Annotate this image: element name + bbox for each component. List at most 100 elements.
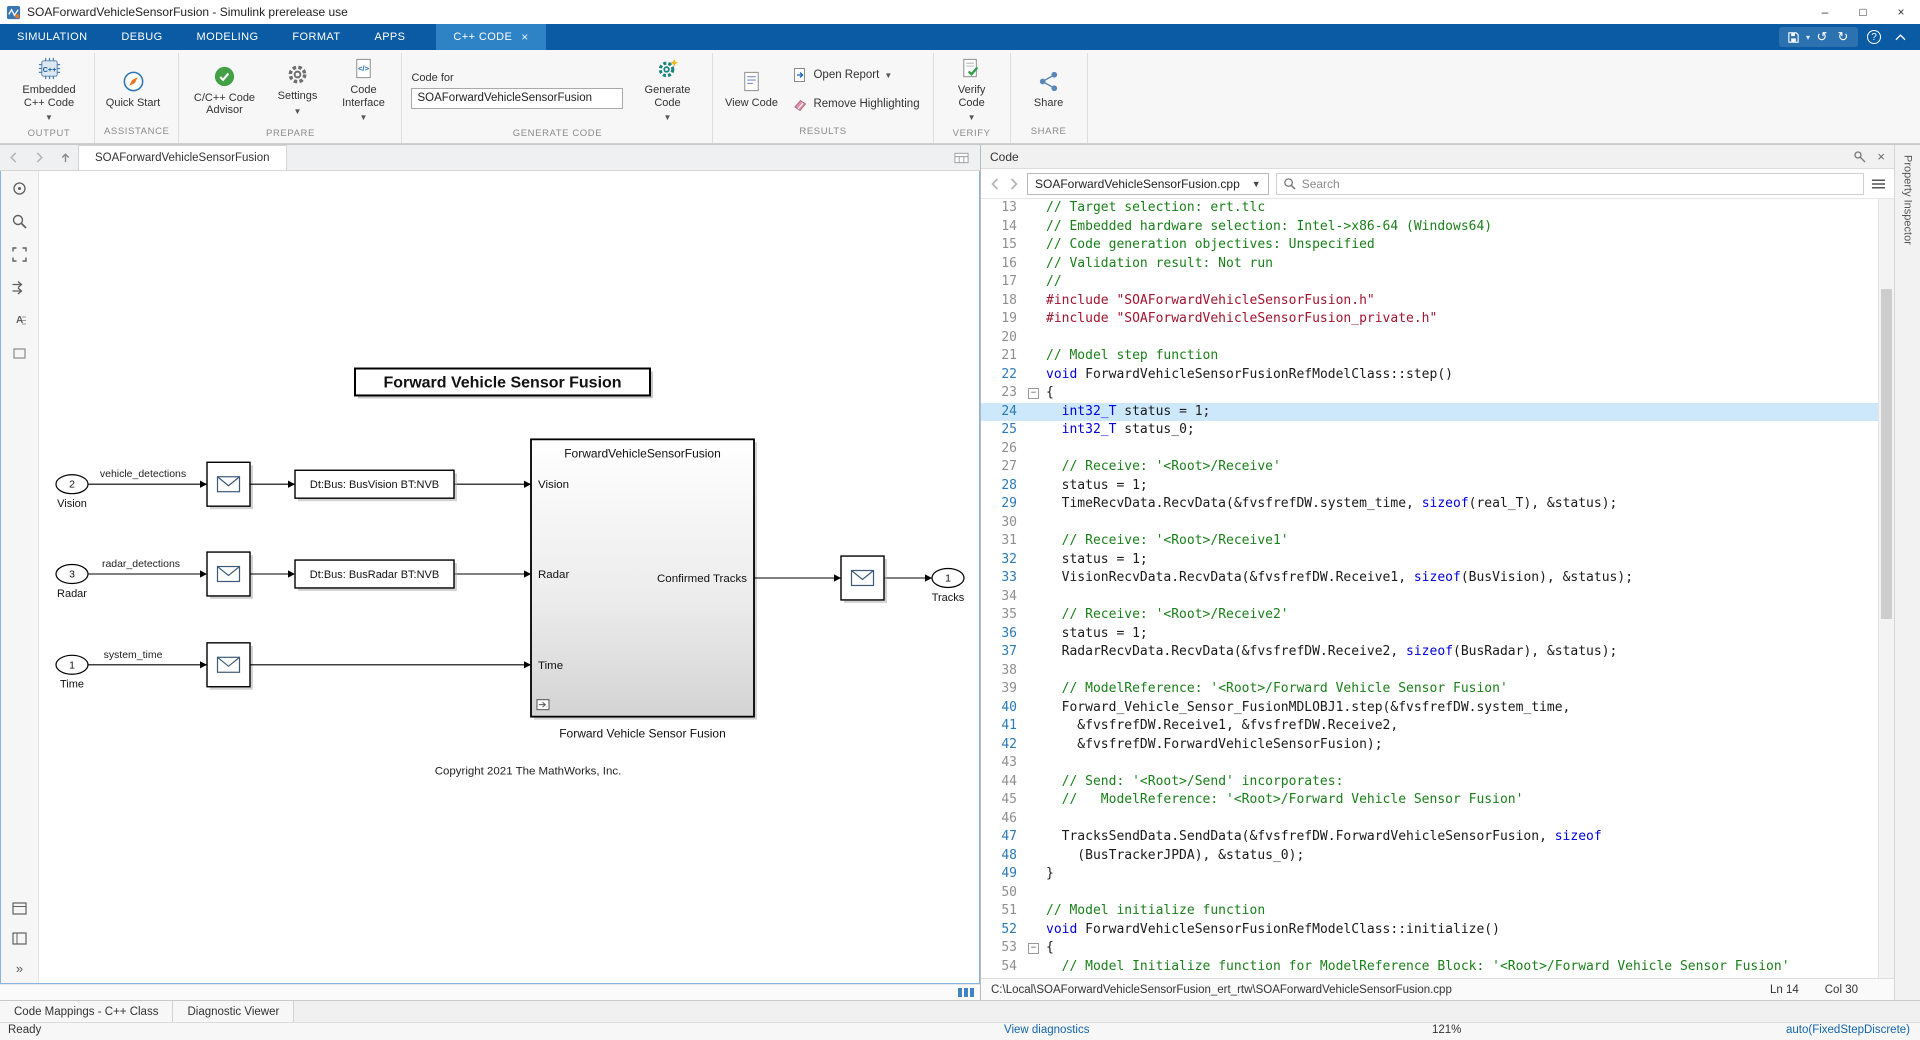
code-line-27[interactable]: 27 // Receive: '<Root>/Receive' — [981, 458, 1878, 477]
model-canvas[interactable]: Forward Vehicle Sensor Fusion2Visionvehi… — [39, 171, 979, 983]
save-icon[interactable] — [1785, 29, 1803, 45]
code-line-20[interactable]: 20 — [981, 329, 1878, 348]
model-document-tab[interactable]: SOAForwardVehicleSensorFusion — [78, 145, 287, 170]
code-for-input[interactable] — [411, 88, 623, 109]
code-line-23[interactable]: 23−{ — [981, 384, 1878, 403]
code-line-45[interactable]: 45 // ModelReference: '<Root>/Forward Ve… — [981, 791, 1878, 810]
bus-converter-vision[interactable]: Dt:Bus: BusVision BT:NVB — [295, 470, 457, 501]
solver-link[interactable]: auto(FixedStepDiscrete) — [1786, 1024, 1910, 1036]
code-line-16[interactable]: 16// Validation result: Not run — [981, 255, 1878, 274]
code-interface-button[interactable]: </> Code Interface ▼ — [334, 53, 392, 128]
code-scrollbar[interactable] — [1878, 199, 1894, 978]
minimize-button[interactable]: – — [1806, 0, 1844, 24]
tab-cpp-code[interactable]: C++ CODE × — [436, 24, 545, 50]
splitter-handle[interactable] — [958, 988, 974, 997]
line-number[interactable]: 37 — [981, 643, 1027, 662]
inport-vision[interactable]: 2Vision — [56, 475, 88, 510]
model-diagram[interactable]: Forward Vehicle Sensor Fusion2Visionvehi… — [39, 171, 979, 983]
code-line-13[interactable]: 13// Target selection: ert.tlc — [981, 199, 1878, 218]
code-line-25[interactable]: 25 int32_T status_0; — [981, 421, 1878, 440]
code-line-41[interactable]: 41 &fvsfrefDW.Receive1, &fvsfrefDW.Recei… — [981, 717, 1878, 736]
code-line-34[interactable]: 34 — [981, 588, 1878, 607]
line-number[interactable]: 47 — [981, 828, 1027, 847]
model-data-editor-icon[interactable] — [11, 899, 29, 917]
property-inspector-strip[interactable]: Property Inspector — [1894, 145, 1920, 1000]
code-line-52[interactable]: 52void ForwardVehicleSensorFusionRefMode… — [981, 921, 1878, 940]
code-line-19[interactable]: 19#include "SOAForwardVehicleSensorFusio… — [981, 310, 1878, 329]
generate-code-button[interactable]: Generate Code ▼ — [631, 53, 703, 128]
line-number[interactable]: 32 — [981, 551, 1027, 570]
tab-code-mappings[interactable]: Code Mappings - C++ Class — [0, 1001, 173, 1022]
inport-time[interactable]: 1Time — [56, 655, 88, 690]
collapse-ribbon-icon[interactable] — [1890, 28, 1910, 46]
expand-panel-icon[interactable]: » — [11, 959, 29, 977]
line-number[interactable]: 28 — [981, 477, 1027, 496]
code-line-24[interactable]: 24 int32_T status = 1; — [981, 403, 1878, 422]
code-line-49[interactable]: 49} — [981, 865, 1878, 884]
code-search-box[interactable] — [1276, 173, 1864, 195]
save-caret-icon[interactable]: ▾ — [1806, 33, 1810, 42]
browse-icon[interactable] — [11, 179, 29, 197]
view-diagnostics-link[interactable]: View diagnostics — [1004, 1024, 1089, 1036]
code-back-icon[interactable] — [989, 177, 1001, 191]
close-button[interactable]: × — [1882, 0, 1920, 24]
receive-block-time[interactable] — [207, 643, 253, 690]
share-button[interactable]: Share — [1020, 66, 1078, 113]
code-line-42[interactable]: 42 &fvsfrefDW.ForwardVehicleSensorFusion… — [981, 736, 1878, 755]
code-line-21[interactable]: 21// Model step function — [981, 347, 1878, 366]
send-block[interactable] — [841, 556, 887, 603]
line-number[interactable]: 42 — [981, 736, 1027, 755]
fit-to-view-icon[interactable] — [11, 245, 29, 263]
code-line-33[interactable]: 33 VisionRecvData.RecvData(&fvsfrefDW.Re… — [981, 569, 1878, 588]
menu-icon[interactable] — [1871, 178, 1886, 190]
bus-converter-radar[interactable]: Dt:Bus: BusRadar BT:NVB — [295, 560, 457, 591]
code-line-18[interactable]: 18#include "SOAForwardVehicleSensorFusio… — [981, 292, 1878, 311]
code-line-44[interactable]: 44 // Send: '<Root>/Send' incorporates: — [981, 773, 1878, 792]
code-advisor-button[interactable]: C/C++ Code Advisor — [188, 61, 260, 120]
tab-simulation[interactable]: SIMULATION — [0, 24, 104, 50]
code-line-31[interactable]: 31 // Receive: '<Root>/Receive1' — [981, 532, 1878, 551]
code-line-40[interactable]: 40 Forward_Vehicle_Sensor_FusionMDLOBJ1.… — [981, 699, 1878, 718]
code-line-29[interactable]: 29 TimeRecvData.RecvData(&fvsfrefDW.syst… — [981, 495, 1878, 514]
line-number[interactable]: 25 — [981, 421, 1027, 440]
code-line-50[interactable]: 50 — [981, 884, 1878, 903]
code-line-22[interactable]: 22void ForwardVehicleSensorFusionRefMode… — [981, 366, 1878, 385]
scrollbar-thumb[interactable] — [1881, 289, 1892, 619]
tab-apps[interactable]: APPS — [357, 24, 422, 50]
quick-start-button[interactable]: Quick Start — [104, 66, 162, 113]
code-line-39[interactable]: 39 // ModelReference: '<Root>/Forward Ve… — [981, 680, 1878, 699]
fold-column[interactable]: − — [1027, 939, 1042, 958]
inport-radar[interactable]: 3Radar — [56, 565, 88, 600]
fold-column[interactable]: − — [1027, 384, 1042, 403]
line-number[interactable]: 52 — [981, 921, 1027, 940]
verify-code-button[interactable]: Verify Code ▼ — [943, 53, 1001, 128]
close-code-panel-icon[interactable]: × — [1877, 149, 1885, 164]
file-dropdown[interactable]: SOAForwardVehicleSensorFusion.cpp ▼ — [1027, 173, 1269, 195]
line-number[interactable]: 24 — [981, 403, 1027, 422]
line-number[interactable]: 22 — [981, 366, 1027, 385]
code-line-32[interactable]: 32 status = 1; — [981, 551, 1878, 570]
code-line-17[interactable]: 17// — [981, 273, 1878, 292]
model-reference-block[interactable]: ForwardVehicleSensorFusionVisionRadarTim… — [531, 439, 757, 740]
signal-routing-icon[interactable] — [11, 278, 29, 296]
code-line-48[interactable]: 48 (BusTrackerJPDA), &status_0); — [981, 847, 1878, 866]
canvas-controls-icon[interactable] — [948, 145, 974, 170]
open-report-button[interactable]: Open Report ▼ — [788, 65, 896, 85]
remove-highlighting-button[interactable]: Remove Highlighting — [788, 94, 923, 114]
tab-format[interactable]: FORMAT — [275, 24, 357, 50]
code-line-38[interactable]: 38 — [981, 662, 1878, 681]
code-line-26[interactable]: 26 — [981, 440, 1878, 459]
close-tab-icon[interactable]: × — [521, 30, 528, 44]
maximize-button[interactable]: □ — [1844, 0, 1882, 24]
undo-icon[interactable]: ↺ — [1813, 29, 1831, 45]
fold-collapse-icon[interactable]: − — [1028, 943, 1039, 954]
tab-diagnostic-viewer[interactable]: Diagnostic Viewer — [173, 1001, 294, 1022]
code-line-37[interactable]: 37 RadarRecvData.RecvData(&fvsfrefDW.Rec… — [981, 643, 1878, 662]
annotation-icon[interactable]: A — [11, 311, 29, 329]
line-number[interactable]: 40 — [981, 699, 1027, 718]
receive-block-vision[interactable] — [207, 462, 253, 509]
line-number[interactable]: 48 — [981, 847, 1027, 866]
code-line-54[interactable]: 54 // Model Initialize function for Mode… — [981, 958, 1878, 977]
pin-icon[interactable] — [1853, 150, 1867, 164]
code-line-46[interactable]: 46 — [981, 810, 1878, 829]
